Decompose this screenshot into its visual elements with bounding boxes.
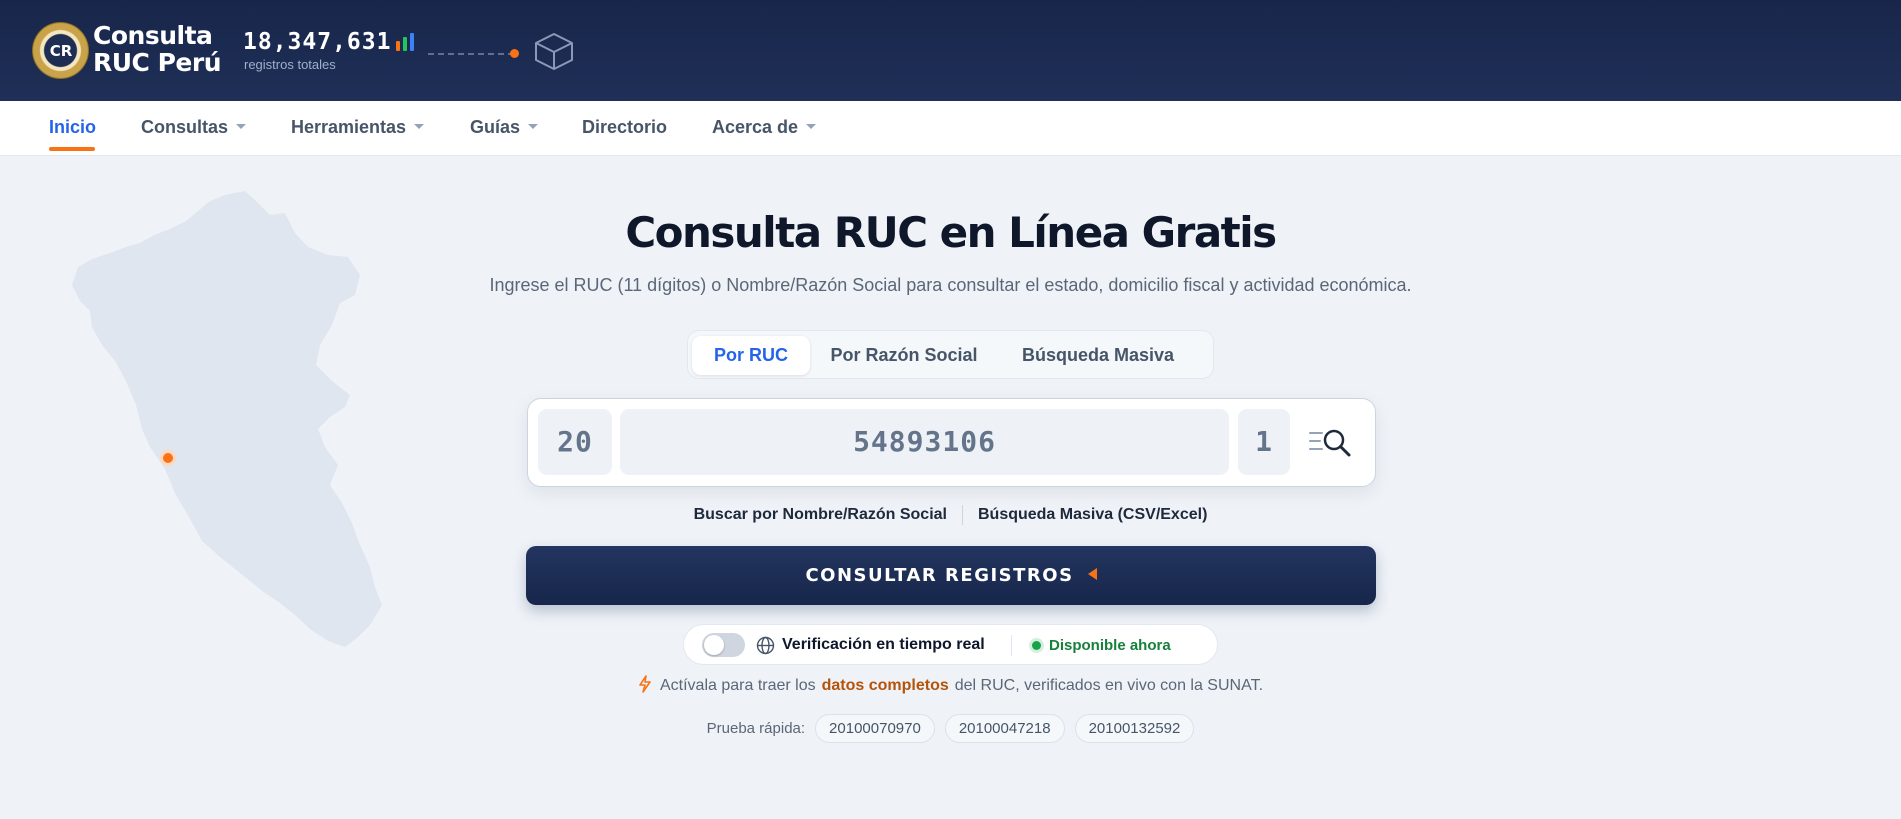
- progress-dot: [510, 49, 519, 58]
- globe-icon: [756, 636, 775, 655]
- tab-busqueda-masiva[interactable]: Búsqueda Masiva: [998, 336, 1198, 375]
- search-list-icon[interactable]: [1308, 423, 1356, 463]
- cta-label: CONSULTAR REGISTROS: [805, 565, 1074, 586]
- verification-label: Verificación en tiempo real: [782, 636, 985, 653]
- bolt-icon: [639, 675, 651, 693]
- consultar-registros-button[interactable]: CONSULTAR REGISTROS: [526, 546, 1376, 605]
- page-title: Consulta RUC en Línea Gratis: [625, 208, 1277, 257]
- toggle-knob: [704, 635, 724, 655]
- nav-active-indicator: [49, 147, 95, 151]
- realtime-verification-toggle[interactable]: [702, 633, 745, 657]
- play-triangle-icon: [1087, 568, 1097, 580]
- nav-label: Consultas: [141, 117, 229, 137]
- quick-test: Prueba rápida: 20100070970 20100047218 2010…: [0, 714, 1901, 743]
- verification-note: Actívala para traer los datos completos de…: [0, 675, 1901, 695]
- realtime-verification-bar: Verificación en tiempo real Disponible a…: [683, 624, 1218, 665]
- tab-por-ruc[interactable]: Por RUC: [692, 336, 810, 375]
- caret-down-icon: [528, 123, 539, 129]
- status-dot: [1032, 641, 1041, 650]
- links-divider: [961, 505, 963, 525]
- caret-down-icon: [236, 123, 247, 129]
- records-count: 18,347,631: [243, 29, 392, 55]
- progress-dashes: [428, 53, 514, 55]
- logo-line-2: RUC Perú: [93, 48, 222, 77]
- cube-icon: [535, 33, 573, 70]
- top-header: CR Consulta RUC Perú 18,347,631 registro…: [0, 0, 1901, 101]
- nav-guias[interactable]: Guías: [470, 101, 539, 156]
- nav-label: Acerca de: [712, 117, 799, 137]
- nav-label: Directorio: [582, 117, 668, 137]
- main-nav: Inicio Consultas Herramientas Guías Dire…: [0, 101, 1901, 156]
- link-busqueda-masiva[interactable]: Búsqueda Masiva (CSV/Excel): [978, 506, 1207, 523]
- nav-label: Inicio: [49, 117, 97, 137]
- alternate-search-links: Buscar por Nombre/Razón Social Búsqueda M…: [0, 505, 1901, 525]
- tab-por-razon-social[interactable]: Por Razón Social: [814, 336, 994, 375]
- note-text-after: del RUC, verificados en vivo con la SUNA…: [954, 677, 1264, 695]
- caret-down-icon: [806, 123, 817, 129]
- nav-consultas[interactable]: Consultas: [141, 101, 247, 156]
- verify-divider: [1011, 635, 1012, 656]
- nav-directorio[interactable]: Directorio: [582, 101, 667, 156]
- logo-monogram: CR: [49, 42, 73, 60]
- note-text-before: Actívala para traer los: [659, 677, 816, 695]
- quick-test-chip[interactable]: 20100132592: [1074, 714, 1195, 743]
- quick-test-chip[interactable]: 20100070970: [815, 714, 935, 743]
- records-count-label: registros totales: [244, 57, 336, 72]
- quick-test-chip[interactable]: 20100047218: [944, 714, 1065, 743]
- note-highlight: datos completos: [821, 677, 949, 695]
- logo-line-1: Consulta: [93, 21, 213, 50]
- nav-label: Guías: [470, 117, 521, 137]
- bar-chart-icon: [396, 33, 414, 51]
- link-buscar-por-nombre[interactable]: Buscar por Nombre/Razón Social: [694, 506, 947, 523]
- nav-herramientas[interactable]: Herramientas: [291, 101, 425, 156]
- nav-label: Herramientas: [291, 117, 407, 137]
- logo-text[interactable]: Consulta RUC Perú: [93, 21, 222, 77]
- quick-test-label: Prueba rápida:: [706, 720, 806, 737]
- ruc-body-field[interactable]: 54893106: [620, 409, 1229, 475]
- ruc-prefix-field[interactable]: 20: [538, 409, 612, 475]
- caret-down-icon: [414, 123, 425, 129]
- nav-acerca-de[interactable]: Acerca de: [712, 101, 817, 156]
- page-subtitle: Ingrese el RUC (11 dígitos) o Nombre/Raz…: [489, 275, 1412, 295]
- ruc-check-digit-field[interactable]: 1: [1238, 409, 1290, 475]
- search-mode-tabs: Por RUC Por Razón Social Búsqueda Masiva: [687, 330, 1214, 379]
- availability-status: Disponible ahora: [1049, 637, 1171, 654]
- logo-badge[interactable]: CR: [32, 22, 89, 79]
- ruc-search-box: 20 54893106 1: [527, 398, 1376, 487]
- map-location-pin: [160, 450, 176, 466]
